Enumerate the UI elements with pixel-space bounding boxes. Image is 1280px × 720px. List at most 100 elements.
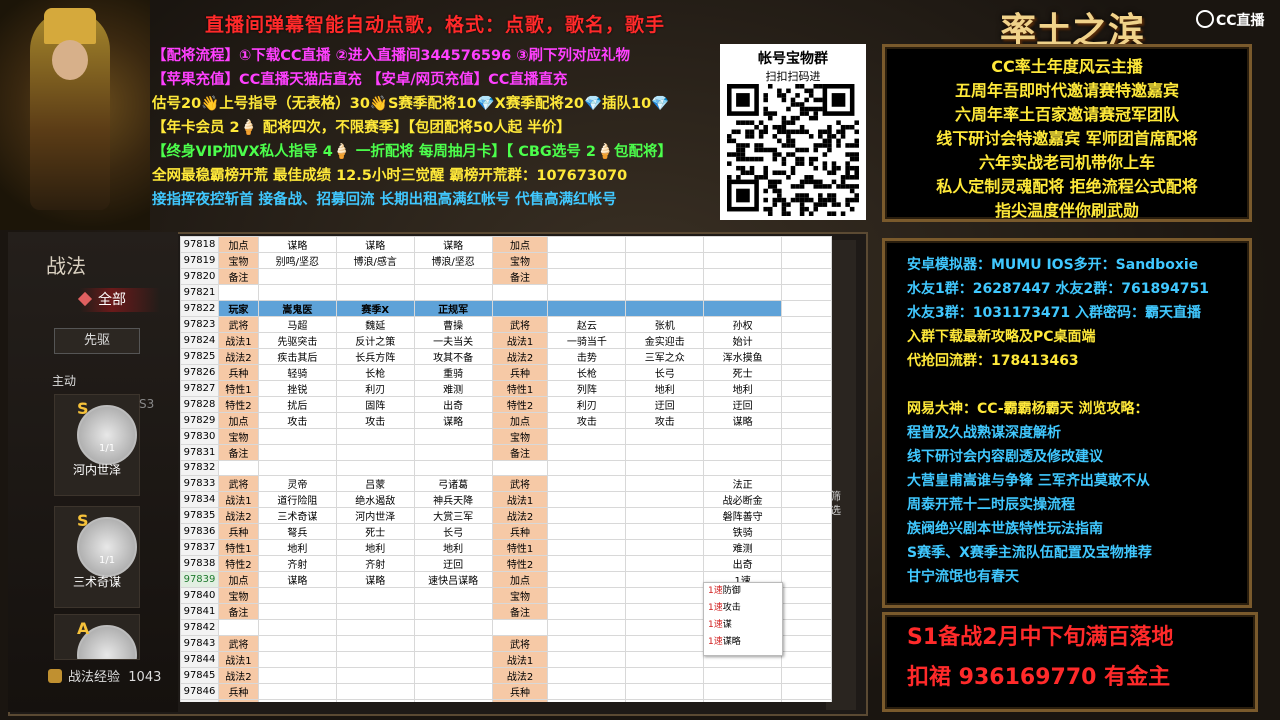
table-cell[interactable]: 别鸣/坚忍 bbox=[257, 252, 337, 269]
row-number[interactable]: 97833 bbox=[180, 475, 219, 492]
table-cell[interactable]: 武将 bbox=[491, 475, 549, 492]
table-cell[interactable]: 法正 bbox=[703, 475, 783, 492]
table-cell[interactable]: 特性1 bbox=[491, 539, 549, 556]
tab-all[interactable]: 全部 bbox=[77, 288, 160, 312]
table-cell[interactable]: 长枪 bbox=[547, 363, 627, 381]
row-number[interactable]: 97840 bbox=[180, 587, 219, 604]
table-cell[interactable]: 迂回 bbox=[413, 555, 493, 572]
table-cell[interactable]: 宝物 bbox=[217, 252, 259, 269]
table-cell[interactable] bbox=[625, 523, 705, 540]
table-cell[interactable]: 武将 bbox=[491, 634, 549, 652]
table-cell[interactable]: 出奇 bbox=[703, 555, 783, 572]
table-cell[interactable] bbox=[625, 459, 705, 476]
table-cell[interactable] bbox=[491, 459, 549, 476]
table-cell[interactable] bbox=[335, 698, 415, 702]
table-cell[interactable]: 特性2 bbox=[217, 555, 259, 572]
row-number[interactable]: 97824 bbox=[180, 331, 219, 349]
table-cell[interactable]: 攻击 bbox=[625, 411, 705, 429]
table-cell[interactable]: 地利 bbox=[257, 539, 337, 556]
table-cell[interactable]: 战必断金 bbox=[703, 491, 783, 508]
table-cell[interactable]: 地利 bbox=[413, 539, 493, 556]
table-cell[interactable]: 博浪/坚忍 bbox=[413, 252, 493, 269]
row-number[interactable]: 97825 bbox=[180, 347, 219, 365]
table-cell[interactable]: 大赏三军 bbox=[413, 507, 493, 524]
row-number[interactable]: 97818 bbox=[180, 236, 219, 253]
table-cell[interactable]: 固阵 bbox=[335, 395, 415, 413]
table-cell[interactable] bbox=[547, 491, 627, 508]
table-cell[interactable]: 战法2 bbox=[491, 347, 549, 365]
table-cell[interactable] bbox=[335, 427, 415, 445]
table-cell[interactable] bbox=[625, 475, 705, 492]
table-cell[interactable] bbox=[217, 619, 259, 636]
table-cell[interactable]: 绝水遏敌 bbox=[335, 491, 415, 508]
table-cell[interactable]: 兵种 bbox=[217, 363, 259, 381]
table-cell[interactable]: 宝物 bbox=[217, 427, 259, 445]
row-number[interactable]: 97843 bbox=[180, 634, 219, 652]
table-cell[interactable] bbox=[547, 682, 627, 700]
row-number[interactable]: 97829 bbox=[180, 411, 219, 429]
table-cell[interactable] bbox=[781, 603, 832, 620]
table-cell[interactable] bbox=[257, 268, 337, 285]
table-cell[interactable]: 扰后 bbox=[257, 395, 337, 413]
table-cell[interactable]: 地利 bbox=[625, 379, 705, 397]
table-cell[interactable] bbox=[547, 539, 627, 556]
row-number[interactable]: 97819 bbox=[180, 252, 219, 269]
table-cell[interactable]: 玩家 bbox=[217, 299, 259, 317]
table-cell[interactable]: 难测 bbox=[413, 379, 493, 397]
table-cell[interactable] bbox=[413, 666, 493, 684]
table-cell[interactable] bbox=[413, 587, 493, 604]
table-cell[interactable] bbox=[625, 507, 705, 524]
table-cell[interactable]: 迂回 bbox=[625, 395, 705, 413]
table-cell[interactable]: 三术奇谋 bbox=[257, 507, 337, 524]
table-cell[interactable]: 兵种 bbox=[217, 682, 259, 700]
filter-button[interactable]: 筛选 bbox=[830, 490, 846, 518]
table-cell[interactable]: 加点 bbox=[491, 411, 549, 429]
table-cell[interactable]: 加点 bbox=[491, 571, 549, 588]
table-cell[interactable]: 特性1 bbox=[491, 379, 549, 397]
autocomplete-dropdown[interactable]: 1速防御 1速攻击 1速谋 1速谋略 bbox=[703, 582, 783, 656]
table-cell[interactable]: 地利 bbox=[703, 379, 783, 397]
table-cell[interactable]: 击势 bbox=[547, 347, 627, 365]
table-cell[interactable] bbox=[491, 284, 549, 301]
table-cell[interactable] bbox=[625, 443, 705, 461]
table-cell[interactable] bbox=[547, 475, 627, 492]
table-cell[interactable] bbox=[413, 443, 493, 461]
table-cell[interactable] bbox=[413, 427, 493, 445]
table-cell[interactable]: 攻击 bbox=[547, 411, 627, 429]
row-number[interactable]: 97846 bbox=[180, 682, 219, 700]
table-cell[interactable]: 长弓 bbox=[413, 523, 493, 540]
table-cell[interactable]: 迂回 bbox=[703, 395, 783, 413]
table-cell[interactable]: 武将 bbox=[217, 634, 259, 652]
table-cell[interactable]: 特性1 bbox=[217, 379, 259, 397]
table-cell[interactable]: 灵帝 bbox=[257, 475, 337, 492]
table-cell[interactable]: 战法1 bbox=[217, 650, 259, 668]
table-cell[interactable]: 兵种 bbox=[217, 523, 259, 540]
row-number[interactable]: 97828 bbox=[180, 395, 219, 413]
table-cell[interactable]: 攻其不备 bbox=[413, 347, 493, 365]
table-cell[interactable] bbox=[257, 619, 337, 636]
table-cell[interactable]: 张机 bbox=[625, 315, 705, 333]
table-cell[interactable] bbox=[217, 459, 259, 476]
table-cell[interactable] bbox=[547, 571, 627, 588]
autocomplete-option[interactable]: 1速谋 bbox=[704, 617, 782, 634]
table-cell[interactable]: 备注 bbox=[217, 443, 259, 461]
table-cell[interactable] bbox=[547, 634, 627, 652]
table-cell[interactable] bbox=[781, 363, 832, 381]
table-cell[interactable] bbox=[625, 698, 705, 702]
table-cell[interactable] bbox=[257, 682, 337, 700]
table-cell[interactable] bbox=[781, 666, 832, 684]
table-cell[interactable] bbox=[547, 268, 627, 285]
table-cell[interactable] bbox=[335, 619, 415, 636]
table-cell[interactable] bbox=[257, 603, 337, 620]
table-cell[interactable]: 战法1 bbox=[491, 491, 549, 508]
table-cell[interactable]: 备注 bbox=[491, 603, 549, 620]
table-cell[interactable] bbox=[781, 236, 832, 253]
table-cell[interactable] bbox=[625, 587, 705, 604]
row-number[interactable]: 97823 bbox=[180, 315, 219, 333]
table-cell[interactable]: 特性2 bbox=[491, 395, 549, 413]
table-cell[interactable] bbox=[781, 507, 832, 524]
table-cell[interactable] bbox=[257, 427, 337, 445]
table-cell[interactable] bbox=[335, 682, 415, 700]
table-cell[interactable] bbox=[547, 666, 627, 684]
table-cell[interactable]: 宝物 bbox=[491, 427, 549, 445]
